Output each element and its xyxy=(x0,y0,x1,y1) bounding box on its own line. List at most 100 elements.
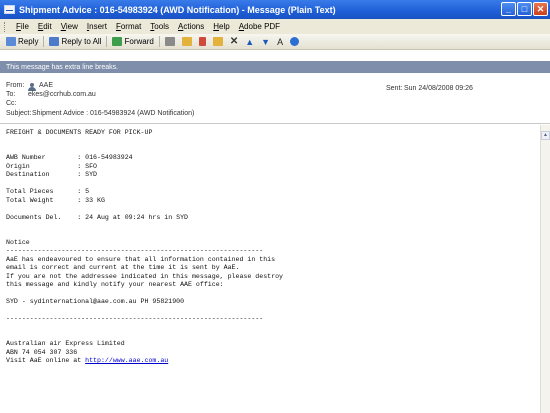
menu-adobe-pdf[interactable]: Adobe PDF xyxy=(239,22,280,31)
reply-icon xyxy=(6,37,16,46)
from-label: From: xyxy=(6,82,25,89)
menu-view[interactable]: View xyxy=(61,22,78,31)
body-line xyxy=(6,205,540,213)
body-line: Total Weight : 33 KG xyxy=(6,196,105,204)
body-line xyxy=(6,332,540,340)
menu-help[interactable]: Help xyxy=(213,22,229,31)
previous-item-button[interactable]: ▲ xyxy=(243,37,256,47)
message-window-icon xyxy=(4,5,15,14)
standard-toolbar: Reply Reply to All Forward ✕ ▲ ▼ A xyxy=(0,34,550,50)
forward-icon xyxy=(112,37,123,46)
up-arrow-icon: ▲ xyxy=(245,36,255,47)
reply-button[interactable]: Reply xyxy=(4,37,40,46)
print-button[interactable] xyxy=(163,37,177,46)
menu-actions[interactable]: Actions xyxy=(178,22,204,31)
menu-bar: File Edit View Insert Format Tools Actio… xyxy=(0,19,550,34)
message-body[interactable]: FREIGHT & DOCUMENTS READY FOR PICK-UP AW… xyxy=(0,125,540,413)
window-title-bar[interactable]: Shipment Advice : 016-54983924 (AWD Noti… xyxy=(0,0,550,19)
minimize-button[interactable]: _ xyxy=(501,2,516,16)
body-line: AaE has endeavoured to ensure that all i… xyxy=(6,255,276,263)
body-line: SYD - sydinternational@aae.com.au PH 958… xyxy=(6,298,185,306)
font-size-icon: A xyxy=(277,36,284,47)
menu-file[interactable]: File xyxy=(16,22,29,31)
menu-format[interactable]: Format xyxy=(116,22,141,31)
subject-row: Subject: Shipment Advice : 016-54983924 … xyxy=(6,110,194,117)
scroll-up-arrow-icon[interactable]: ▲ xyxy=(541,131,550,140)
body-line: Visit AaE online at http://www.aae.com.a… xyxy=(6,357,540,365)
body-line: Total Pieces : 5 xyxy=(6,188,90,196)
body-line: Origin : SFO xyxy=(6,162,98,170)
info-bar-text: This message has extra line breaks. xyxy=(6,63,119,71)
follow-up-flag-button[interactable] xyxy=(197,37,208,46)
help-button[interactable] xyxy=(288,37,301,46)
body-line: Australian air Express Limited xyxy=(6,340,125,348)
body-line xyxy=(6,230,540,238)
menu-tools[interactable]: Tools xyxy=(150,22,169,31)
body-line: Destination : SYD xyxy=(6,171,98,179)
menu-grip-handle[interactable] xyxy=(4,21,7,32)
body-line xyxy=(6,307,540,315)
folder-icon xyxy=(181,37,192,46)
message-header-pane: From: AAE To: ekes@ccrhub.com.au Cc: Sub… xyxy=(0,74,550,124)
body-line xyxy=(6,323,540,331)
cc-label: Cc: xyxy=(6,100,17,107)
body-line xyxy=(6,137,540,145)
body-line: Documents Del. : 24 Aug at 09:24 hrs in … xyxy=(6,213,189,221)
from-value[interactable]: AAE xyxy=(39,82,53,90)
body-line: ----------------------------------------… xyxy=(6,247,264,255)
body-line: email is correct and current at the time… xyxy=(6,264,240,272)
body-line xyxy=(6,180,540,188)
sent-row: Sent: Sun 24/08/2008 09:26 xyxy=(386,85,473,92)
body-line xyxy=(6,222,540,230)
menu-edit[interactable]: Edit xyxy=(38,22,52,31)
to-label: To: xyxy=(6,91,16,98)
toolbar-separator xyxy=(158,36,160,47)
address-book-icon xyxy=(212,37,223,46)
body-line: FREIGHT & DOCUMENTS READY FOR PICK-UP xyxy=(6,129,153,136)
website-link[interactable]: http://www.aae.com.au xyxy=(85,357,168,364)
body-line: this message and kindly notify your near… xyxy=(6,281,224,289)
reply-all-icon xyxy=(49,37,60,46)
body-line: If you are not the addressee indicated i… xyxy=(6,272,283,280)
reply-all-label: Reply to All xyxy=(61,37,102,46)
next-item-button[interactable]: ▼ xyxy=(259,37,272,47)
toolbar-separator xyxy=(106,36,108,47)
cc-row: Cc: xyxy=(6,100,28,107)
sent-label: Sent: xyxy=(386,85,403,92)
body-line xyxy=(6,290,540,298)
close-button[interactable]: ✕ xyxy=(533,2,548,16)
sent-value: Sun 24/08/2008 09:26 xyxy=(404,85,473,92)
menu-insert[interactable]: Insert xyxy=(87,22,107,31)
from-row: From: AAE xyxy=(6,82,53,91)
window-title: Shipment Advice : 016-54983924 (AWD Noti… xyxy=(19,4,336,15)
to-value[interactable]: ekes@ccrhub.com.au xyxy=(28,91,96,98)
print-icon xyxy=(164,37,175,46)
down-arrow-icon: ▼ xyxy=(261,36,271,47)
forward-label: Forward xyxy=(124,37,154,46)
info-bar[interactable]: This message has extra line breaks. xyxy=(0,61,550,73)
to-row: To: ekes@ccrhub.com.au xyxy=(6,91,96,98)
body-line: ABN 74 054 307 336 xyxy=(6,348,78,356)
visit-text: Visit AaE online at xyxy=(6,357,86,365)
body-line: Notice xyxy=(6,238,30,246)
reply-label: Reply xyxy=(18,37,39,46)
vertical-scrollbar[interactable]: ▲ xyxy=(540,125,550,413)
address-book-button[interactable] xyxy=(211,37,225,46)
forward-button[interactable]: Forward xyxy=(110,37,155,46)
body-line: ----------------------------------------… xyxy=(6,314,264,322)
window-controls: _ □ ✕ xyxy=(501,2,548,16)
reply-all-button[interactable]: Reply to All xyxy=(47,37,103,46)
body-line: AWB Number : 016-54983924 xyxy=(6,154,133,162)
body-line xyxy=(6,146,540,154)
contact-person-icon xyxy=(28,83,37,91)
subject-value: Shipment Advice : 016-54983924 (AWD Noti… xyxy=(32,110,195,117)
toolbar-separator xyxy=(43,36,45,47)
maximize-button[interactable]: □ xyxy=(517,2,532,16)
flag-icon xyxy=(198,37,206,46)
font-size-button[interactable]: A xyxy=(275,37,285,47)
help-icon xyxy=(290,37,300,46)
subject-label: Subject: xyxy=(6,110,32,117)
move-to-folder-button[interactable] xyxy=(180,37,194,46)
delete-button[interactable]: ✕ xyxy=(228,36,240,47)
delete-x-icon: ✕ xyxy=(229,36,239,47)
